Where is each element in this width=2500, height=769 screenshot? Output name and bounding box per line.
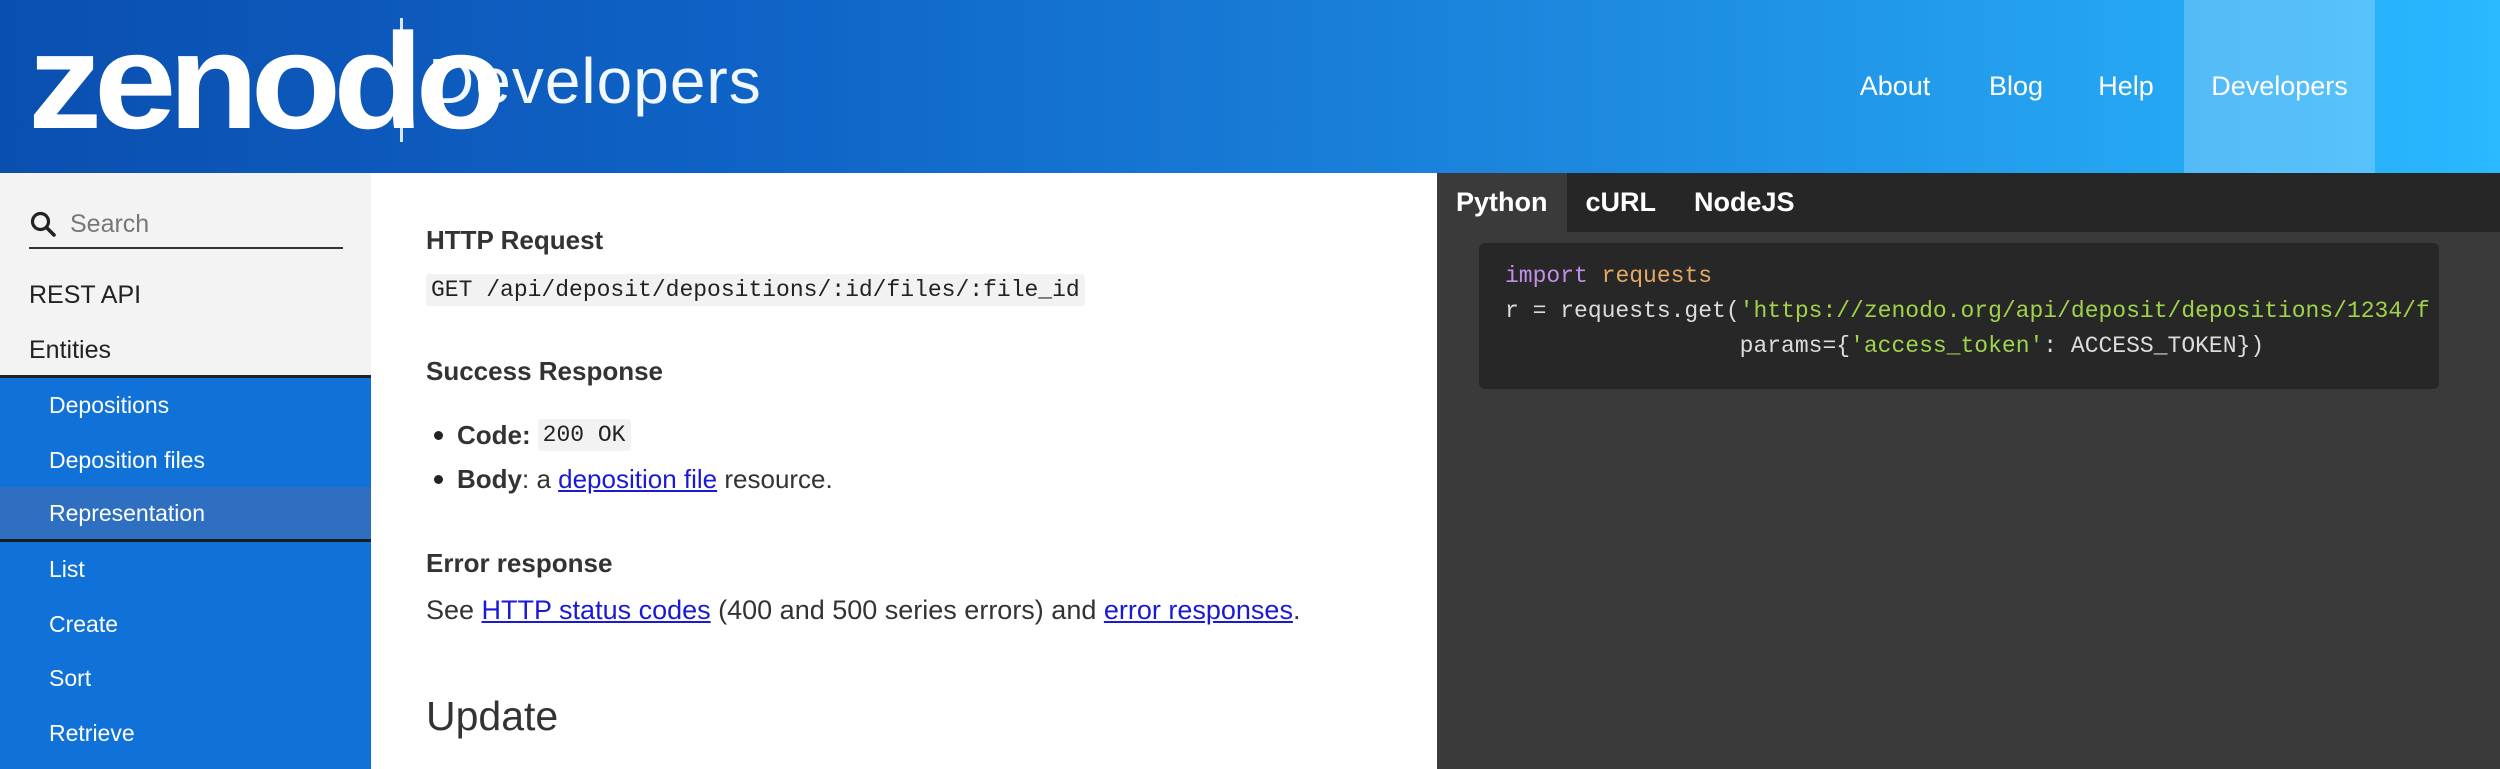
body-suffix: resource. [717,463,833,494]
search-box[interactable] [29,201,343,249]
error-responses-link[interactable]: error responses [1104,595,1293,625]
nav-help[interactable]: Help [2086,0,2166,173]
language-tabs: Python cURL NodeJS [1437,173,2500,232]
status-code: 200 OK [537,419,631,451]
code-pane: Python cURL NodeJS import requests r = r… [1437,173,2500,769]
body-prefix: : a [522,463,559,494]
code-key-string: 'access_token' [1850,333,2044,359]
search-input[interactable] [68,208,328,240]
sidebar-item-retrieve[interactable]: Retrieve [0,706,371,761]
sidebar: REST API Entities Depositions Deposition… [0,173,371,769]
http-request-code: GET /api/deposit/depositions/:id/files/:… [426,274,1085,306]
list-item: Code: 200 OK [426,413,833,457]
nav-about[interactable]: About [1840,0,1950,173]
code-block[interactable]: import requests r = requests.get('https:… [1479,243,2439,389]
error-middle: (400 and 500 series errors) and [710,595,1104,625]
http-request-heading: HTTP Request [426,225,604,255]
deposition-file-link[interactable]: deposition file [558,464,717,495]
sidebar-item-representation[interactable]: Representation [0,487,371,542]
sidebar-item-list[interactable]: List [0,542,371,597]
sidebar-item-entities[interactable]: Entities [29,336,111,365]
error-response-heading: Error response [426,548,613,578]
code-line3-prefix: params={ [1505,333,1851,359]
code-url-string: 'https://zenodo.org/api/deposit/depositi… [1739,298,2430,324]
code-line2-prefix: r = requests.get( [1505,298,1740,324]
tab-curl[interactable]: cURL [1567,173,1676,232]
tab-python[interactable]: Python [1437,173,1567,232]
code-module: requests [1601,263,1713,289]
search-icon [30,211,56,237]
error-response-text: See HTTP status codes (400 and 500 serie… [426,595,1300,626]
sidebar-item-rest-api[interactable]: REST API [29,281,141,310]
list-item: Body : a deposition file resource. [426,457,833,501]
sidebar-item-sort[interactable]: Sort [0,651,371,706]
error-prefix: See [426,595,482,625]
code-label: Code: [457,419,531,450]
error-suffix: . [1292,595,1301,625]
bullet-dot [434,474,443,484]
code-line3-suffix: : ACCESS_TOKEN}) [2043,333,2265,359]
success-response-heading: Success Response [426,356,664,386]
success-response-list: Code: 200 OK Body : a deposition file re… [426,413,833,501]
sidebar-item-depositions[interactable]: Depositions [0,378,371,433]
http-status-codes-link[interactable]: HTTP status codes [482,595,711,625]
sidebar-item-deposition-files[interactable]: Deposition files [0,433,371,488]
top-nav: About Blog Help Developers [0,0,2500,173]
tab-nodejs[interactable]: NodeJS [1675,173,1814,232]
sidebar-item-create[interactable]: Create [0,597,371,652]
nav-blog[interactable]: Blog [1976,0,2056,173]
main-content: HTTP Request GET /api/deposit/deposition… [371,173,1437,769]
code-keyword: import [1505,263,1588,289]
bullet-dot [434,430,443,440]
update-section-title: Update [426,693,559,739]
body-label: Body [457,463,522,494]
top-header: zenodo Developers About Blog Help Develo… [0,0,2500,173]
http-request-endpoint: GET /api/deposit/depositions/:id/files/:… [426,274,1085,306]
sidebar-top: REST API Entities [0,173,371,377]
nav-developers[interactable]: Developers [2184,0,2375,173]
